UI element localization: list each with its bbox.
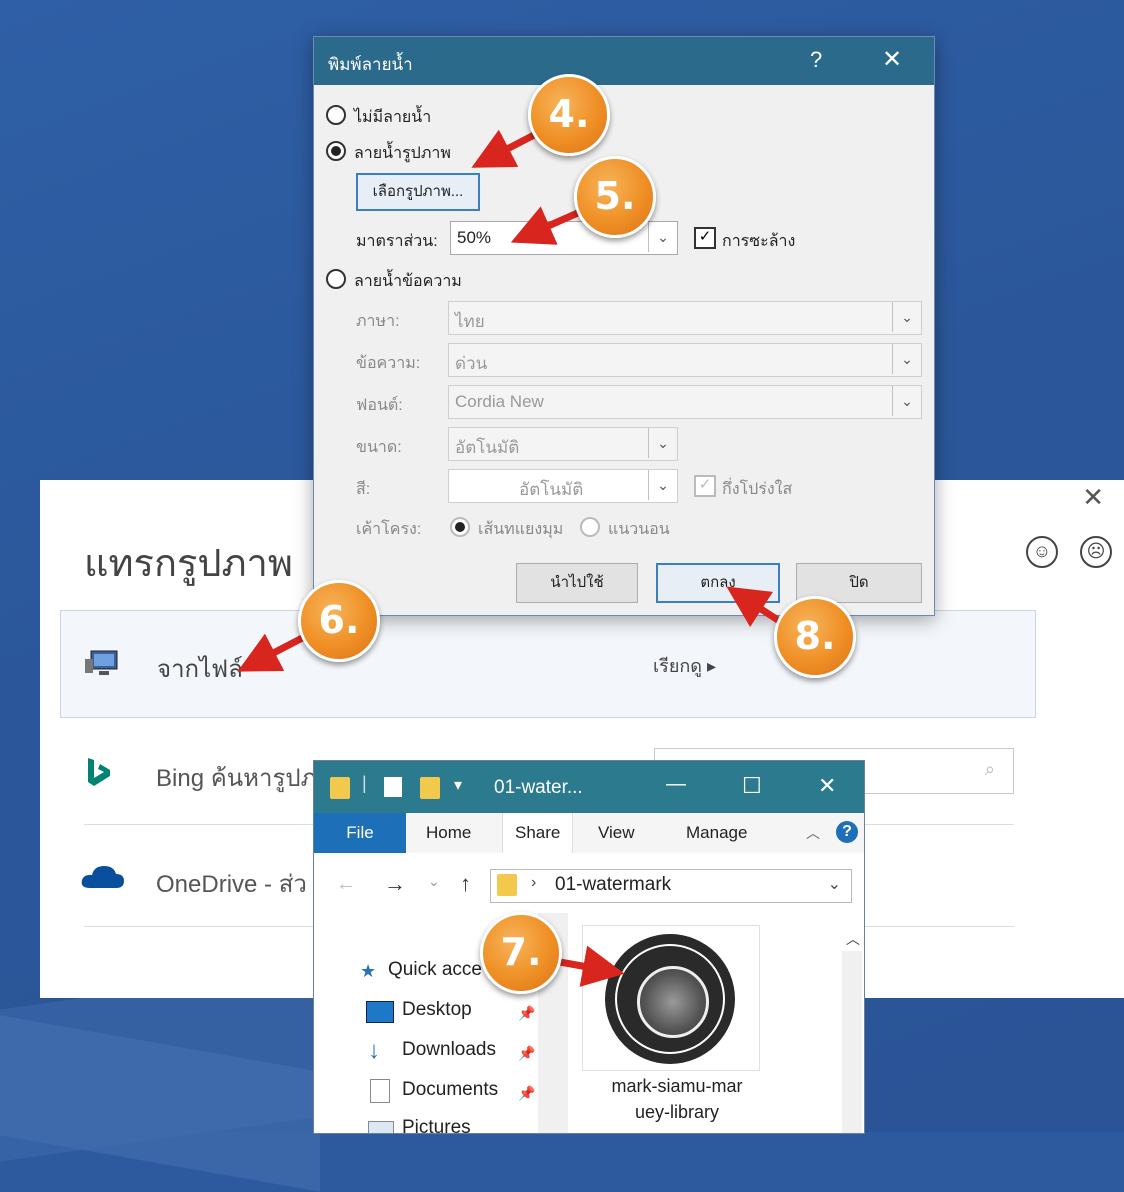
step-5-marker: 5. [574,156,656,238]
arrow-step-7 [559,945,625,987]
step-4-marker: 4. [528,74,610,156]
arrow-step-4 [471,129,538,168]
step-6-marker: 6. [298,580,380,662]
arrow-step-5 [510,206,582,245]
step-8-marker: 8. [774,596,856,678]
annotation-arrows [237,129,786,987]
step-7-marker: 7. [480,912,562,994]
